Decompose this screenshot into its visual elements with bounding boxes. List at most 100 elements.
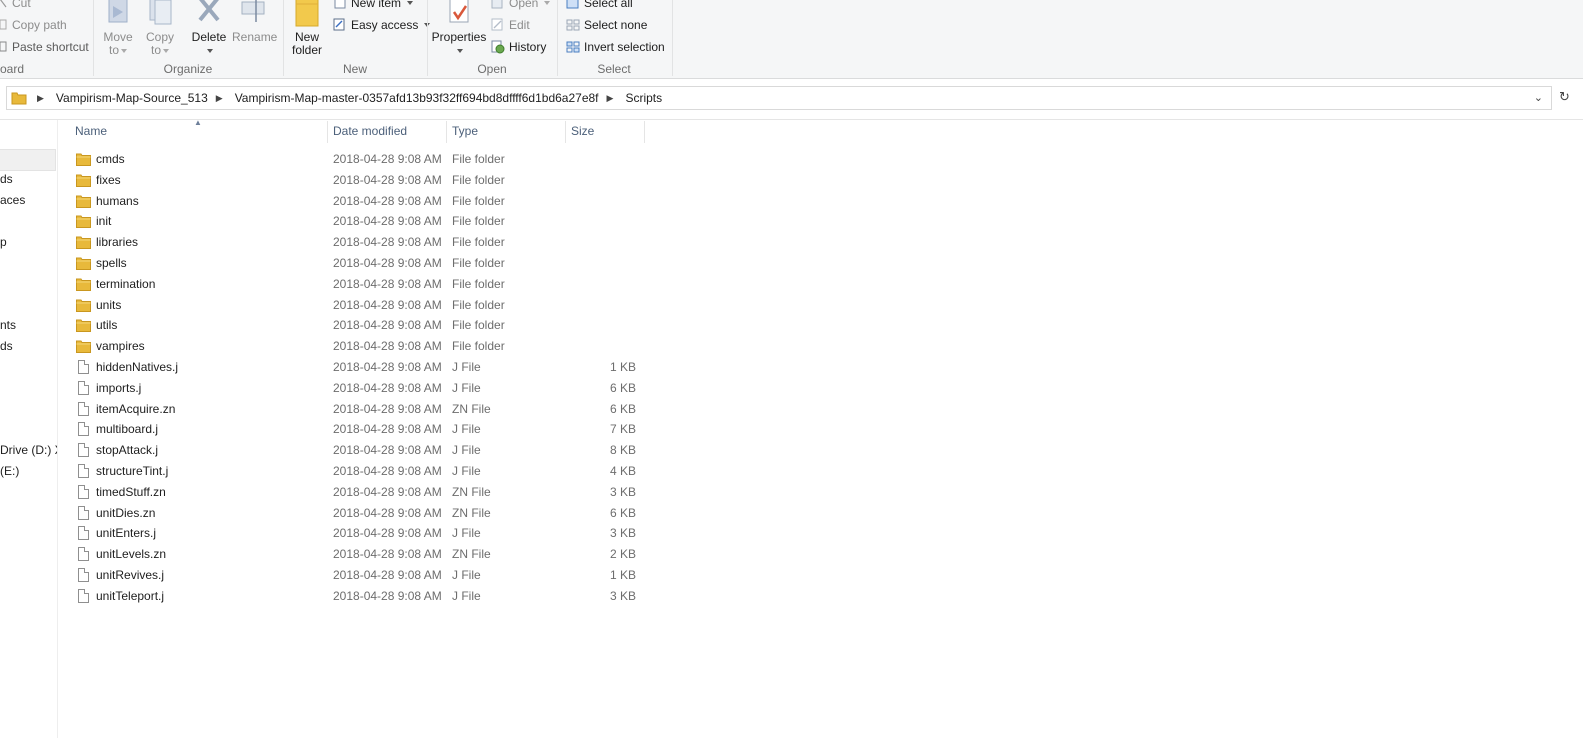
file-type: J File bbox=[452, 422, 481, 437]
easy-access-button[interactable]: Easy access bbox=[333, 18, 431, 32]
file-name: fixes bbox=[96, 172, 121, 187]
file-row[interactable]: stopAttack.j 2018-04-28 9:08 AM J File 8 KB bbox=[58, 440, 658, 461]
edit-button[interactable]: Edit bbox=[491, 18, 530, 32]
clipboard-group-label: oard bbox=[0, 62, 25, 76]
refresh-icon[interactable]: ↻ bbox=[1559, 89, 1570, 105]
column-header-type[interactable]: Type bbox=[447, 121, 564, 143]
file-row[interactable]: termination 2018-04-28 9:08 AM File folder bbox=[58, 274, 658, 295]
file-size: 7 KB bbox=[609, 422, 636, 437]
chevron-right-icon: ▶ bbox=[606, 92, 614, 103]
open-group-label: Open bbox=[477, 62, 507, 76]
file-row[interactable]: imports.j 2018-04-28 9:08 AM J File 6 KB bbox=[58, 378, 658, 399]
file-row[interactable]: vampires 2018-04-28 9:08 AM File folder bbox=[58, 336, 658, 357]
file-name: unitRevives.j bbox=[96, 567, 165, 582]
file-row[interactable]: structureTint.j 2018-04-28 9:08 AM J File 4… bbox=[58, 461, 658, 482]
column-divider[interactable] bbox=[644, 121, 645, 143]
breadcrumb-item[interactable]: Vampirism-Map-Source_513 ▶ bbox=[50, 91, 229, 105]
file-icon bbox=[76, 567, 92, 583]
file-date-modified: 2018-04-28 9:08 AM bbox=[333, 380, 442, 395]
copy-path-icon bbox=[0, 19, 8, 31]
file-name: hiddenNatives.j bbox=[96, 359, 179, 374]
file-type: File folder bbox=[452, 152, 505, 166]
select-all-button[interactable]: Select all bbox=[566, 0, 633, 10]
move-to-button[interactable]: Move to bbox=[100, 0, 136, 57]
column-header-size[interactable]: Size bbox=[566, 121, 641, 143]
chevron-down-icon bbox=[544, 1, 551, 5]
file-row[interactable]: fixes 2018-04-28 9:08 AM File folder bbox=[58, 170, 658, 191]
file-size: 8 KB bbox=[609, 443, 636, 458]
breadcrumb-item[interactable]: Vampirism-Map-master-0357afd13b93f32ff69… bbox=[229, 91, 620, 105]
address-bar-area: ▶ Vampirism-Map-Source_513 ▶ Vampirism-Ma… bbox=[0, 79, 1583, 120]
file-name: vampires bbox=[96, 339, 145, 354]
copy-to-button[interactable]: Copy to bbox=[142, 0, 178, 57]
file-row[interactable]: itemAcquire.zn 2018-04-28 9:08 AM ZN File 6… bbox=[58, 399, 658, 420]
file-row[interactable]: spells 2018-04-28 9:08 AM File folder bbox=[58, 253, 658, 274]
nav-item[interactable]: Drive (D:) X bbox=[0, 443, 57, 457]
address-dropdown-icon[interactable]: ⌄ bbox=[1534, 91, 1543, 104]
folder-icon bbox=[76, 339, 92, 354]
file-icon bbox=[76, 380, 92, 396]
file-row[interactable]: unitDies.zn 2018-04-28 9:08 AM ZN File 6 KB bbox=[58, 503, 658, 524]
nav-selected-item[interactable] bbox=[0, 149, 56, 171]
file-icon bbox=[76, 547, 92, 562]
chevron-down-icon bbox=[207, 48, 213, 53]
history-button[interactable]: History bbox=[491, 40, 546, 54]
nav-item[interactable]: aces bbox=[0, 193, 25, 207]
cut-button[interactable]: Cut bbox=[0, 0, 31, 10]
copy-path-button[interactable]: Copy path bbox=[0, 18, 67, 32]
column-header-date[interactable]: Date modified bbox=[328, 121, 445, 143]
file-icon bbox=[76, 443, 92, 458]
file-size: 1 KB bbox=[609, 359, 636, 374]
file-date-modified: 2018-04-28 9:08 AM bbox=[333, 172, 442, 187]
nav-item[interactable]: nts bbox=[0, 318, 16, 332]
file-name: multiboard.j bbox=[96, 422, 159, 437]
file-row[interactable]: init 2018-04-28 9:08 AM File folder bbox=[58, 211, 658, 232]
copy-to-icon bbox=[142, 0, 178, 31]
file-date-modified: 2018-04-28 9:08 AM bbox=[333, 193, 442, 208]
folder-icon bbox=[76, 318, 92, 333]
rename-button[interactable]: Rename bbox=[232, 0, 277, 44]
nav-item[interactable]: (E:) bbox=[0, 464, 19, 478]
file-row[interactable]: unitEnters.j 2018-04-28 9:08 AM J File 3 KB bbox=[58, 523, 658, 544]
file-type: ZN File bbox=[452, 505, 491, 520]
paste-shortcut-button[interactable]: Paste shortcut bbox=[0, 40, 89, 54]
file-row[interactable]: hiddenNatives.j 2018-04-28 9:08 AM J File 1… bbox=[58, 357, 658, 378]
file-row[interactable]: unitTeleport.j 2018-04-28 9:08 AM J File 3 … bbox=[58, 586, 658, 607]
file-row[interactable]: libraries 2018-04-28 9:08 AM File folder bbox=[58, 232, 658, 253]
move-to-icon bbox=[100, 0, 136, 31]
file-type: ZN File bbox=[452, 401, 491, 416]
file-date-modified: 2018-04-28 9:08 AM bbox=[333, 235, 442, 250]
file-row[interactable]: units 2018-04-28 9:08 AM File folder bbox=[58, 295, 658, 316]
file-row[interactable]: humans 2018-04-28 9:08 AM File folder bbox=[58, 191, 658, 212]
breadcrumb-item[interactable]: Scripts bbox=[619, 91, 668, 105]
folder-icon bbox=[76, 173, 92, 188]
file-name: unitLevels.zn bbox=[96, 547, 167, 562]
file-row[interactable]: multiboard.j 2018-04-28 9:08 AM J File 7 KB bbox=[58, 419, 658, 440]
delete-button[interactable]: Delete bbox=[190, 0, 228, 57]
file-row[interactable]: unitLevels.zn 2018-04-28 9:08 AM ZN File 2 … bbox=[58, 544, 658, 565]
file-row[interactable]: utils 2018-04-28 9:08 AM File folder bbox=[58, 315, 658, 336]
file-row[interactable]: unitRevives.j 2018-04-28 9:08 AM J File 1 K… bbox=[58, 565, 658, 586]
column-header-name[interactable]: Name bbox=[70, 121, 325, 143]
file-type: J File bbox=[452, 359, 481, 374]
nav-item[interactable]: ds bbox=[0, 172, 13, 186]
invert-selection-button[interactable]: Invert selection bbox=[566, 40, 665, 54]
nav-item[interactable]: ds bbox=[0, 339, 13, 353]
folder-icon bbox=[76, 298, 92, 313]
file-size: 3 KB bbox=[609, 526, 636, 541]
open-button[interactable]: Open bbox=[491, 0, 551, 10]
file-size: 6 KB bbox=[609, 505, 636, 520]
file-row[interactable]: cmds 2018-04-28 9:08 AM File folder bbox=[58, 149, 658, 170]
address-bar[interactable]: ▶ Vampirism-Map-Source_513 ▶ Vampirism-Ma… bbox=[6, 86, 1552, 110]
open-icon bbox=[491, 0, 505, 9]
select-none-button[interactable]: Select none bbox=[566, 18, 647, 32]
folder-icon bbox=[76, 277, 92, 292]
properties-button[interactable]: Properties bbox=[431, 0, 487, 57]
nav-item[interactable]: p bbox=[0, 235, 7, 249]
file-name: utils bbox=[96, 318, 118, 333]
new-item-button[interactable]: New item bbox=[333, 0, 414, 10]
new-folder-button[interactable]: New folder bbox=[288, 0, 326, 57]
file-date-modified: 2018-04-28 9:08 AM bbox=[333, 505, 442, 520]
breadcrumb-separator[interactable]: ▶ bbox=[27, 93, 50, 104]
file-row[interactable]: timedStuff.zn 2018-04-28 9:08 AM ZN File 3 … bbox=[58, 482, 658, 503]
